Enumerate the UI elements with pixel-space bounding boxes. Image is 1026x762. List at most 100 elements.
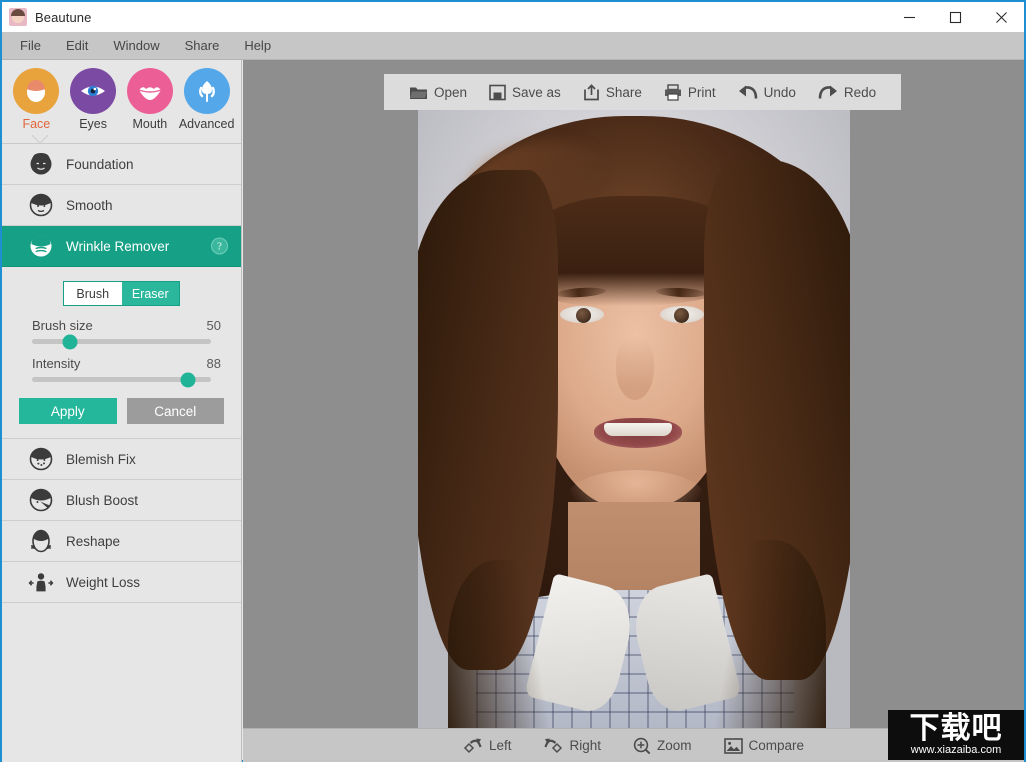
wrinkle-face-icon [28, 233, 54, 259]
zoom-label: Zoom [657, 738, 692, 753]
intensity-value: 88 [207, 356, 221, 371]
eraser-mode-button[interactable]: Eraser [122, 282, 180, 305]
watermark-url: www.xiazaiba.com [911, 744, 1001, 757]
apply-button[interactable]: Apply [19, 398, 117, 424]
sidebar-item-label: Blemish Fix [66, 452, 136, 467]
sidebar-item-wrinkle-remover[interactable]: Wrinkle Remover ? [2, 226, 241, 267]
menu-item-help[interactable]: Help [233, 35, 282, 56]
open-label: Open [434, 85, 467, 100]
menu-item-share[interactable]: Share [174, 35, 231, 56]
compare-label: Compare [749, 738, 805, 753]
undo-label: Undo [764, 85, 796, 100]
brush-size-track[interactable] [32, 339, 211, 344]
rotate-left-icon [463, 737, 483, 755]
intensity-knob[interactable] [180, 372, 195, 387]
intensity-header: Intensity 88 [18, 356, 225, 371]
active-tab-caret [32, 135, 48, 144]
wrinkle-remover-panel: Brush Eraser Brush size 50 Intensity 88 [2, 267, 241, 439]
rotate-right-icon [543, 737, 563, 755]
image-canvas[interactable]: Open Save as [243, 60, 1024, 728]
cancel-button[interactable]: Cancel [127, 398, 225, 424]
print-label: Print [688, 85, 716, 100]
rotate-right-button[interactable]: Right [527, 729, 617, 762]
title-bar: Beautune [2, 2, 1024, 32]
portrait-photo[interactable] [418, 110, 850, 728]
zoom-button[interactable]: Zoom [617, 729, 708, 762]
photo-shadow-left [448, 560, 568, 728]
rotate-left-label: Left [489, 738, 512, 753]
brush-eraser-toggle: Brush Eraser [63, 281, 180, 306]
folder-open-icon [409, 84, 428, 101]
menu-item-file[interactable]: File [9, 35, 52, 56]
compare-button[interactable]: Compare [708, 729, 821, 762]
share-button[interactable]: Share [572, 74, 653, 110]
reshape-face-icon [28, 528, 54, 554]
brush-size-slider-block: Brush size 50 [18, 318, 225, 344]
menu-item-window[interactable]: Window [102, 35, 170, 56]
sidebar-item-label: Blush Boost [66, 493, 138, 508]
photo-iris-left [576, 308, 591, 323]
zoom-in-icon [633, 737, 651, 755]
intensity-label: Intensity [32, 356, 80, 371]
window-title: Beautune [35, 10, 91, 25]
category-tab-eyes[interactable]: Eyes [66, 68, 120, 131]
category-tab-label: Mouth [133, 117, 168, 131]
brush-mode-button[interactable]: Brush [64, 282, 122, 305]
window-controls [886, 2, 1024, 32]
sidebar-item-label: Wrinkle Remover [66, 239, 169, 254]
app-avatar-icon [9, 8, 27, 26]
sidebar-item-smooth[interactable]: Smooth [2, 185, 241, 226]
undo-button[interactable]: Undo [727, 74, 807, 110]
brush-size-label: Brush size [32, 318, 93, 333]
menu-bar: File Edit Window Share Help [2, 32, 1024, 60]
save-disk-icon [489, 84, 506, 101]
sidebar-item-weight-loss[interactable]: Weight Loss [2, 562, 241, 603]
application-window: Beautune File Edit Window Share Help [0, 0, 1026, 762]
blush-face-icon [28, 487, 54, 513]
compare-image-icon [724, 738, 743, 754]
sidebar-item-blemish-fix[interactable]: Blemish Fix [2, 439, 241, 480]
redo-button[interactable]: Redo [807, 74, 887, 110]
brush-size-header: Brush size 50 [18, 318, 225, 333]
watermark: 下载吧 www.xiazaiba.com [888, 710, 1024, 760]
sidebar-item-blush-boost[interactable]: Blush Boost [2, 480, 241, 521]
intensity-track[interactable] [32, 377, 211, 382]
help-icon[interactable]: ? [211, 238, 228, 255]
maximize-button[interactable] [932, 2, 978, 32]
category-tab-face[interactable]: Face [9, 68, 63, 131]
open-button[interactable]: Open [398, 74, 478, 110]
redo-label: Redo [844, 85, 876, 100]
rotate-right-label: Right [569, 738, 601, 753]
sidebar-item-reshape[interactable]: Reshape [2, 521, 241, 562]
sidebar-item-foundation[interactable]: Foundation [2, 144, 241, 185]
category-tab-mouth[interactable]: Mouth [123, 68, 177, 131]
sidebar-item-label: Smooth [66, 198, 113, 213]
flower-icon [184, 68, 230, 114]
close-button[interactable] [978, 2, 1024, 32]
save-as-button[interactable]: Save as [478, 74, 572, 110]
eye-icon [70, 68, 116, 114]
undo-arrow-icon [738, 84, 758, 100]
photo-nose [616, 338, 654, 400]
photo-shadow-right [696, 540, 826, 728]
share-label: Share [606, 85, 642, 100]
blemish-face-icon [28, 446, 54, 472]
foundation-face-icon [28, 151, 54, 177]
redo-arrow-icon [818, 84, 838, 100]
category-tab-label: Face [22, 117, 50, 131]
photo-teeth [604, 423, 672, 436]
image-toolbar: Open Save as [384, 74, 901, 110]
sidebar-item-label: Weight Loss [66, 575, 140, 590]
printer-icon [664, 84, 682, 101]
brush-size-knob[interactable] [62, 334, 77, 349]
category-tabs: Face Eyes [2, 60, 241, 144]
sidebar-item-label: Foundation [66, 157, 134, 172]
print-button[interactable]: Print [653, 74, 727, 110]
lips-icon [127, 68, 173, 114]
save-as-label: Save as [512, 85, 561, 100]
minimize-button[interactable] [886, 2, 932, 32]
category-tab-advanced[interactable]: Advanced [180, 68, 234, 131]
intensity-slider-block: Intensity 88 [18, 356, 225, 382]
rotate-left-button[interactable]: Left [447, 729, 528, 762]
menu-item-edit[interactable]: Edit [55, 35, 99, 56]
